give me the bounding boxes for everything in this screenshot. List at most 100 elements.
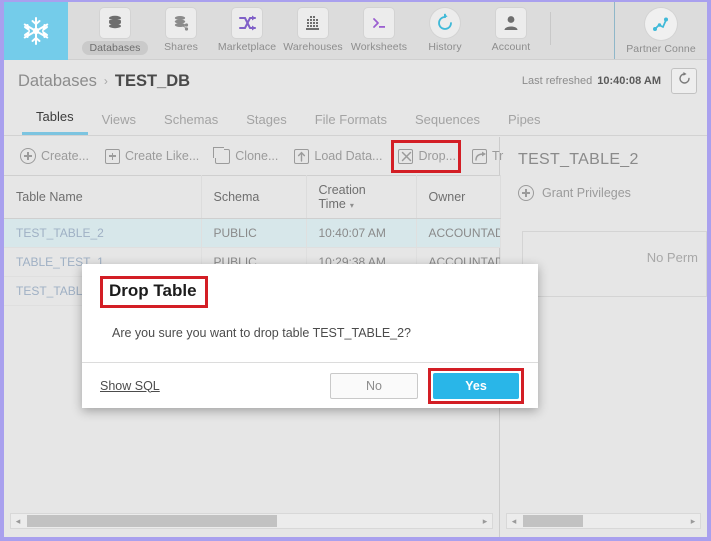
scroll-thumb[interactable] <box>27 515 277 527</box>
load-data-button[interactable]: Load Data... <box>286 145 390 168</box>
details-horizontal-scrollbar[interactable]: ◂ ▸ <box>506 513 701 529</box>
nav-item-account[interactable]: Account <box>478 2 544 53</box>
tab-schemas[interactable]: Schemas <box>150 112 232 135</box>
yes-button[interactable]: Yes <box>433 372 519 399</box>
column-header-schema[interactable]: Schema <box>201 175 307 219</box>
partner-section: Partner Conne <box>614 2 707 59</box>
create-like-button-label: Create Like... <box>124 149 200 163</box>
last-refreshed-label: Last refreshed <box>521 75 593 87</box>
object-type-tabs: Tables Views Schemas Stages File Formats… <box>4 102 707 136</box>
drop-table-dialog: Drop Table Are you sure you want to drop… <box>82 264 538 408</box>
sort-caret-icon: ▾ <box>349 201 354 210</box>
no-button[interactable]: No <box>330 372 418 399</box>
top-navigation-bar: Databases Shares Marketplace Warehouses … <box>4 2 707 60</box>
table-header-row: Table Name Schema Creation Time ▾ Owner <box>4 175 501 219</box>
breadcrumb-bar: Databases › TEST_DB Last refreshed 10:40… <box>4 60 707 102</box>
cell-creation-time: 10:40:07 AM <box>306 218 417 248</box>
tab-pipes[interactable]: Pipes <box>494 112 555 135</box>
tables-toolbar: Create... Create Like... Clone... Load D… <box>4 137 503 175</box>
nav-label-account: Account <box>491 41 531 53</box>
tables-horizontal-scrollbar[interactable]: ◂ ▸ <box>10 513 493 529</box>
column-header-creation-time[interactable]: Creation Time ▾ <box>306 175 417 219</box>
grant-privileges-label: Grant Privileges <box>542 186 631 200</box>
create-like-button[interactable]: Create Like... <box>97 145 207 168</box>
nav-item-shares[interactable]: Shares <box>148 2 214 53</box>
nav-label-shares: Shares <box>164 41 198 53</box>
breadcrumb-current: TEST_DB <box>114 71 191 90</box>
account-person-icon <box>496 8 526 38</box>
cell-schema: PUBLIC <box>201 218 307 248</box>
tab-file-formats[interactable]: File Formats <box>301 112 401 135</box>
dialog-title-wrap: Drop Table <box>82 264 538 308</box>
tab-stages[interactable]: Stages <box>232 112 300 135</box>
shares-icon <box>166 8 196 38</box>
scroll-track[interactable] <box>521 515 686 527</box>
nav-item-history[interactable]: History <box>412 2 478 53</box>
last-refreshed-time: 10:40:08 AM <box>597 75 661 87</box>
clone-icon <box>213 146 231 164</box>
snowflake-logo[interactable] <box>4 2 68 60</box>
tab-views[interactable]: Views <box>88 112 150 135</box>
column-header-table-name[interactable]: Table Name <box>4 175 202 219</box>
nav-label-databases: Databases <box>82 41 148 55</box>
table-row[interactable]: TEST_TABLE_2 PUBLIC 10:40:07 AM ACCOUNTA… <box>4 218 501 248</box>
show-sql-link[interactable]: Show SQL <box>100 379 160 393</box>
plus-square-icon <box>104 148 120 164</box>
load-data-icon <box>294 148 310 164</box>
transfer-icon <box>472 148 487 164</box>
scroll-right-arrow-icon[interactable]: ▸ <box>478 516 492 527</box>
refresh-button[interactable] <box>671 68 697 94</box>
cell-owner: ACCOUNTADMI <box>416 218 501 248</box>
dialog-title: Drop Table <box>100 276 208 308</box>
warehouses-grid-icon <box>298 8 328 38</box>
refresh-group: Last refreshed 10:40:08 AM <box>522 68 697 94</box>
nav-item-warehouses[interactable]: Warehouses <box>280 2 346 53</box>
plus-circle-icon <box>518 185 534 201</box>
drop-button[interactable]: Drop... <box>390 145 464 168</box>
clone-button[interactable]: Clone... <box>207 145 286 168</box>
permissions-box-divider <box>523 296 706 297</box>
nav-item-partner-connect[interactable]: Partner Conne <box>615 2 707 59</box>
marketplace-shuffle-icon <box>232 8 262 38</box>
refresh-icon <box>677 71 692 91</box>
database-icon <box>100 8 130 38</box>
yes-button-highlight-annotation: Yes <box>428 367 524 404</box>
nav-label-warehouses: Warehouses <box>283 41 343 53</box>
scroll-track[interactable] <box>25 515 478 527</box>
details-header: TEST_TABLE_2 Grant Privileges <box>500 137 707 201</box>
scroll-left-arrow-icon[interactable]: ◂ <box>11 516 25 527</box>
snowflake-web-ui: Databases Shares Marketplace Warehouses … <box>0 0 711 541</box>
partner-connect-icon <box>645 8 677 40</box>
nav-items: Databases Shares Marketplace Warehouses … <box>68 2 614 59</box>
nav-separator <box>550 12 551 45</box>
breadcrumb-root[interactable]: Databases <box>18 72 97 91</box>
load-data-button-label: Load Data... <box>314 149 383 163</box>
dialog-buttons: No Yes <box>330 367 524 404</box>
clone-button-label: Clone... <box>235 149 279 163</box>
drop-button-label: Drop... <box>418 149 456 163</box>
details-title: TEST_TABLE_2 <box>518 151 639 168</box>
nav-label-worksheets: Worksheets <box>350 41 408 53</box>
column-header-owner[interactable]: Owner <box>416 175 501 219</box>
create-button-label: Create... <box>41 149 89 163</box>
drop-x-icon <box>398 148 414 164</box>
tab-sequences[interactable]: Sequences <box>401 112 494 135</box>
no-permissions-text: No Perm <box>646 250 698 265</box>
nav-item-marketplace[interactable]: Marketplace <box>214 2 280 53</box>
breadcrumb-separator-icon: › <box>103 74 108 88</box>
cell-table-name: TEST_TABLE_2 <box>4 218 202 248</box>
permissions-box: No Perm <box>522 231 707 297</box>
nav-item-worksheets[interactable]: Worksheets <box>346 2 412 53</box>
tab-tables[interactable]: Tables <box>22 109 88 135</box>
nav-label-marketplace: Marketplace <box>217 41 277 53</box>
scroll-right-arrow-icon[interactable]: ▸ <box>686 516 700 527</box>
nav-item-databases[interactable]: Databases <box>82 2 148 55</box>
scroll-thumb[interactable] <box>523 515 583 527</box>
nav-label-partner-connect: Partner Conne <box>626 43 696 55</box>
dialog-message: Are you sure you want to drop table TEST… <box>112 326 412 340</box>
scroll-left-arrow-icon[interactable]: ◂ <box>507 516 521 527</box>
plus-circle-icon <box>20 148 36 164</box>
worksheets-prompt-icon <box>364 8 394 38</box>
grant-privileges-button[interactable]: Grant Privileges <box>518 185 707 201</box>
create-button[interactable]: Create... <box>12 144 97 168</box>
